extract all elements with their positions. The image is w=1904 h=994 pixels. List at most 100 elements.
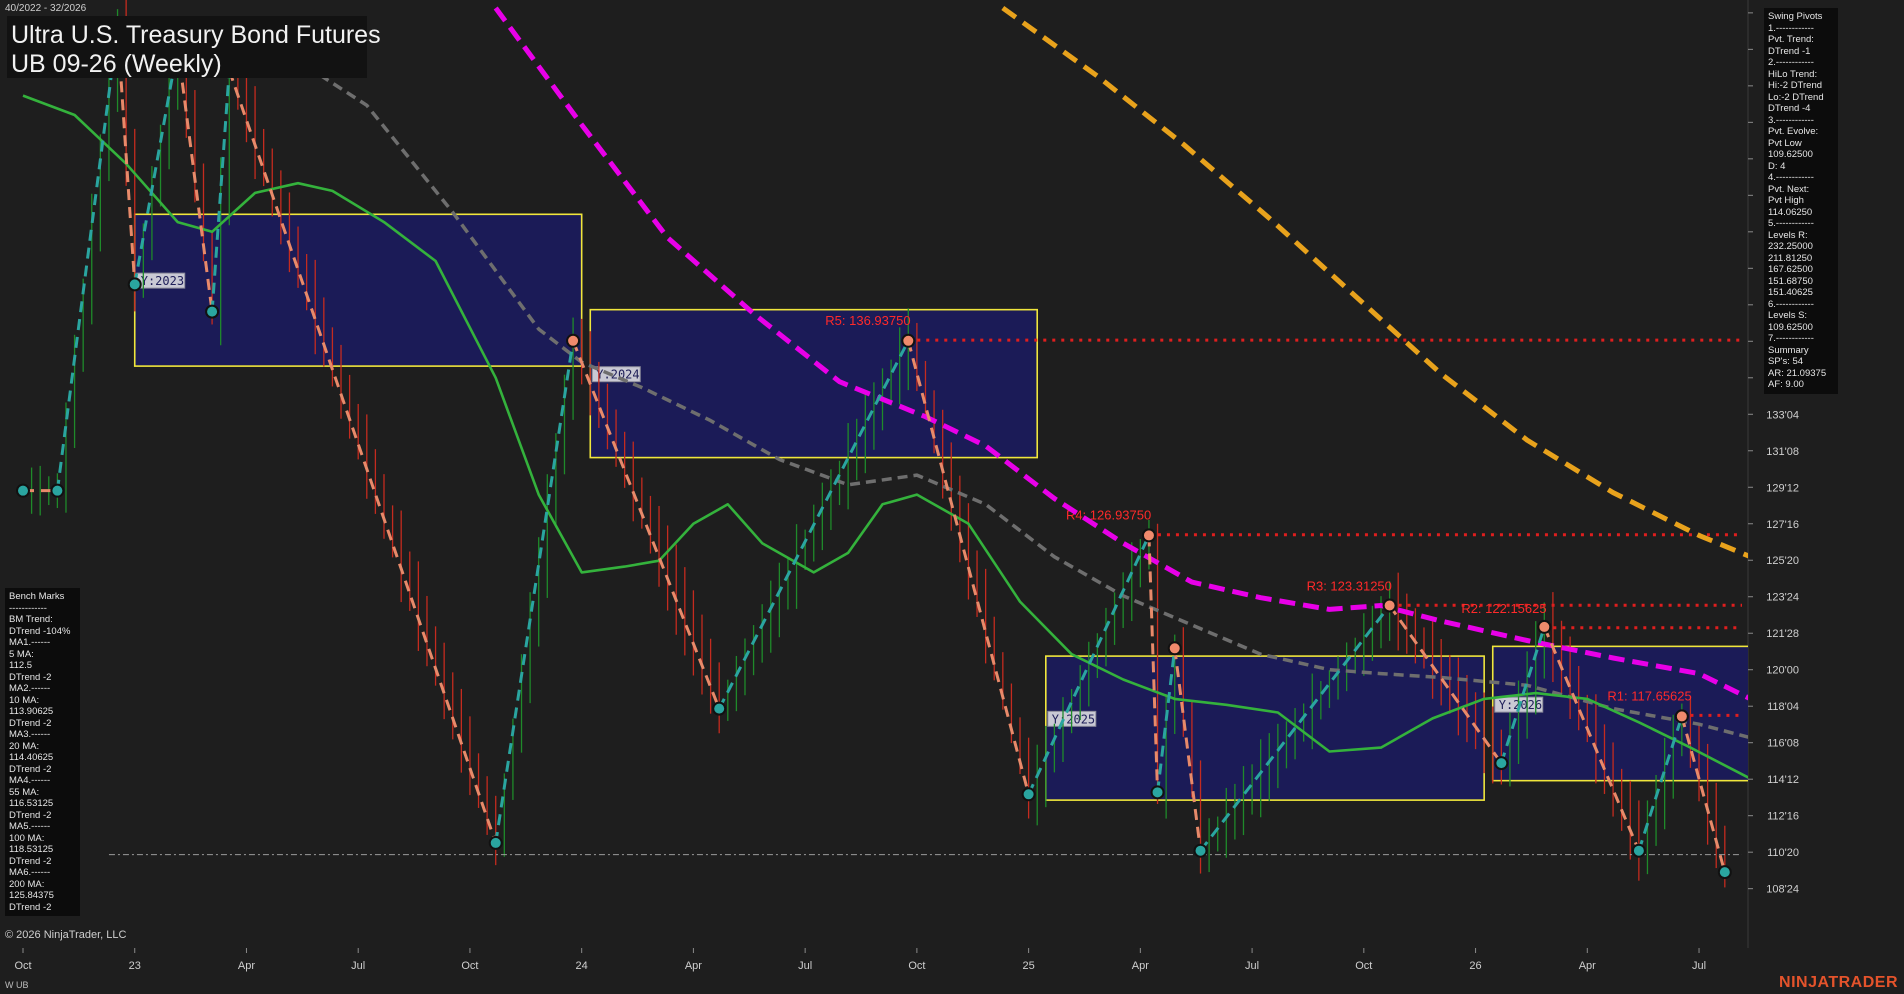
swing-pivots-line: AF: 9.00 <box>1768 379 1804 390</box>
price-tick-label: 123'24 <box>1766 592 1799 604</box>
swing-pivots-line: DTrend -4 <box>1768 103 1811 114</box>
bench-marks-line: BM Trend: <box>9 614 53 625</box>
swing-pivots-line: Pvt. Next: <box>1768 183 1810 195</box>
bench-marks-line: DTrend -2 <box>9 855 52 867</box>
time-tick-label: Apr <box>1132 960 1149 972</box>
price-tick-label: 133'04 <box>1766 409 1799 421</box>
resistance-label: R1: 117.65625 <box>1607 688 1691 703</box>
pivot-marker <box>1382 598 1397 613</box>
year-box-label: Y:2025 <box>1052 712 1095 726</box>
time-tick-label: Oct <box>1355 960 1372 972</box>
swing-pivots-line: DTrend -1 <box>1768 45 1811 57</box>
price-tick-label: 116'08 <box>1767 738 1799 750</box>
swing-pivots-line: 6.------------ <box>1768 298 1814 310</box>
time-tick-label: Jul <box>1245 960 1259 972</box>
pivot-marker <box>1167 641 1182 656</box>
bench-marks-line: MA6.------ <box>9 867 51 878</box>
price-tick-label: 114'12 <box>1767 774 1799 786</box>
pivot-marker <box>205 304 220 319</box>
time-tick-label: Jul <box>351 960 365 972</box>
bench-marks-panel: Bench Marks ------------ BM Trend: DTrend -… <box>5 588 80 916</box>
swing-pivots-line: 232.25000 <box>1768 241 1813 252</box>
ninjatrader-logo: NINJATRADER <box>1779 974 1898 991</box>
time-tick-label: Apr <box>685 960 702 972</box>
bench-marks-line: DTrend -2 <box>9 671 52 683</box>
time-tick-label: Jul <box>1692 960 1706 972</box>
swing-pivots-line: 151.68750 <box>1768 275 1813 287</box>
year-box-label: Y:2023 <box>141 274 184 288</box>
pivot-marker <box>1150 785 1165 800</box>
bench-marks-line: DTrend -2 <box>9 763 52 775</box>
resistance-label: R2: 122.15625 <box>1461 601 1546 616</box>
swing-pivots-line: Levels R: <box>1768 229 1808 241</box>
year-box <box>589 308 1039 459</box>
price-chart[interactable]: Y:2023Y:2024Y:2025Y:2026 R5: 136.93750R4… <box>0 0 1904 994</box>
time-tick-label: 24 <box>576 960 588 972</box>
swing-pivots-line: 2.------------ <box>1768 57 1814 68</box>
swing-pivots-line: HiLo Trend: <box>1768 68 1818 80</box>
date-range: 40/2022 - 32/2026 <box>5 3 87 14</box>
swing-pivots-line: Pvt. Evolve: <box>1768 126 1819 137</box>
bench-marks-line: 10 MA: <box>9 694 40 706</box>
price-tick-label: 131'08 <box>1766 446 1799 458</box>
time-tick-label: Jul <box>798 960 812 972</box>
time-tick-label: Apr <box>1579 960 1596 972</box>
bench-marks-line: 116.53125 <box>9 798 54 809</box>
price-tick-label: 120'00 <box>1766 665 1799 677</box>
price-tick-label: 108'24 <box>1766 884 1799 896</box>
swing-pivots-line: AR: 21.09375 <box>1768 367 1827 379</box>
bench-marks-line: 112.5 <box>9 660 33 671</box>
price-tick-label: 125'20 <box>1766 555 1799 567</box>
pivot-marker <box>1141 528 1156 543</box>
swing-pivots-line: 5.------------ <box>1768 218 1814 229</box>
time-tick-label: Apr <box>238 960 255 972</box>
bench-marks-line: MA3.------ <box>9 729 51 740</box>
bench-marks-line: ------------ <box>9 602 47 614</box>
instrument-subtitle: UB 09-26 (Weekly) <box>11 50 222 78</box>
price-tick-label: 127'16 <box>1766 519 1799 531</box>
time-tick-label: 23 <box>129 960 141 972</box>
bench-marks-line: MA4.------ <box>9 775 51 786</box>
price-tick-label: 112'16 <box>1767 811 1799 823</box>
price-tick-label: 129'12 <box>1766 482 1799 494</box>
swing-pivots-line: 109.62500 <box>1768 149 1813 160</box>
price-tick-label: 110'20 <box>1767 847 1799 859</box>
pivot-marker <box>1537 619 1552 634</box>
swing-pivots-line: Pvt High <box>1768 195 1804 206</box>
resistance-label: R5: 136.93750 <box>825 313 910 328</box>
swing-pivots-line: 114.06250 <box>1768 206 1813 218</box>
swing-pivots-line: 7.------------ <box>1768 333 1814 344</box>
swing-pivots-panel: Swing Pivots 1.------------ Pvt. Trend: DTr… <box>1764 8 1838 394</box>
copyright: © 2026 NinjaTrader, LLC <box>5 929 127 941</box>
bench-marks-line: 125.84375 <box>9 890 54 901</box>
swing-pivots-line: Swing Pivots <box>1768 11 1823 22</box>
pivot-marker <box>1674 709 1689 724</box>
swing-pivots-line: 3.------------ <box>1768 114 1814 126</box>
time-tick-label: 25 <box>1022 960 1034 972</box>
bench-marks-line: 55 MA: <box>9 786 40 798</box>
swing-pivots-line: 4.------------ <box>1768 172 1814 183</box>
pivot-marker <box>712 701 727 716</box>
time-tick-label: 26 <box>1469 960 1481 972</box>
swing-pivots-line: Pvt Low <box>1768 137 1802 149</box>
pivot-marker <box>1494 756 1509 771</box>
pivot-marker <box>16 483 30 498</box>
resistance-label: R3: 123.31250 <box>1307 578 1392 593</box>
bench-marks-line: 100 MA: <box>9 832 45 844</box>
year-box <box>133 213 583 367</box>
pivot-marker <box>127 277 142 292</box>
swing-pivots-line: Summary <box>1768 344 1809 356</box>
pivot-marker <box>901 333 916 348</box>
bench-marks-line: DTrend -104% <box>9 625 71 637</box>
price-tick-label: 121'28 <box>1766 628 1799 640</box>
swing-pivots-line: D: 4 <box>1768 160 1786 172</box>
bench-marks-line: MA1.------ <box>9 637 51 648</box>
bench-marks-line: MA5.------ <box>9 821 51 832</box>
pivot-marker <box>1717 865 1732 880</box>
bench-marks-line: 200 MA: <box>9 878 45 890</box>
bench-marks-line: DTrend -2 <box>9 809 52 821</box>
swing-pivots-line: 151.40625 <box>1768 287 1813 298</box>
bench-marks-line: 5 MA: <box>9 648 34 660</box>
swing-pivots-line: SP's: 54 <box>1768 356 1804 367</box>
swing-pivots-line: Hi:-2 DTrend <box>1768 80 1823 91</box>
